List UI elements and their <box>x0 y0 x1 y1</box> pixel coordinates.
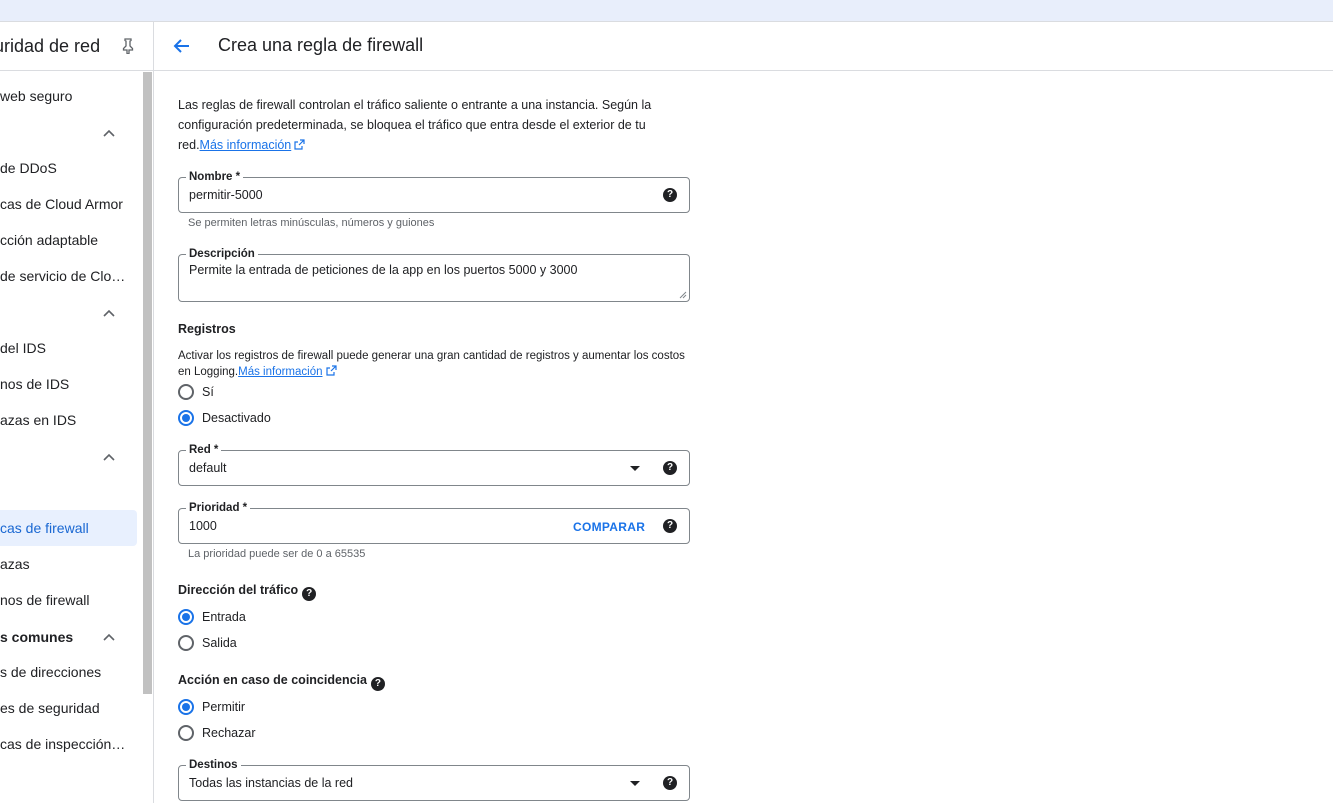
help-icon[interactable]: ? <box>302 587 317 601</box>
network-label: Red * <box>186 443 222 457</box>
sidebar-item-firewall-policies[interactable]: cas de firewall <box>0 510 137 546</box>
sidebar-item-ids-endpoints[interactable]: nos de IDS <box>0 366 137 402</box>
sidebar-item-ids[interactable]: del IDS <box>0 330 137 366</box>
sidebar-item-ddos-protection[interactable]: de DDoS <box>0 150 137 186</box>
description-field[interactable]: Descripción Permite la entrada de petici… <box>178 247 690 302</box>
help-icon[interactable]: ? <box>663 776 677 790</box>
radio-circle <box>178 635 194 651</box>
targets-label: Destinos <box>186 758 241 772</box>
logs-learn-more-link[interactable]: Más información <box>238 366 322 378</box>
name-hint: Se permiten letras minúsculas, números y… <box>188 217 435 229</box>
priority-input[interactable]: 1000 <box>189 519 217 533</box>
page-header: Crea una regla de firewall <box>154 22 1333 71</box>
sidebar-item-threats[interactable]: azas <box>0 546 137 582</box>
sidebar-item-adaptive-protection[interactable]: cción adaptable <box>0 222 137 258</box>
radio-circle <box>178 725 194 741</box>
sidebar-scrollbar[interactable] <box>143 72 152 694</box>
help-icon[interactable]: ? <box>663 461 677 475</box>
priority-field[interactable]: Prioridad * 1000 COMPARAR ? <box>178 501 690 544</box>
network-value: default <box>189 461 227 475</box>
priority-label: Prioridad * <box>186 501 251 515</box>
compare-button[interactable]: COMPARAR <box>573 520 645 534</box>
description-label: Descripción <box>186 247 258 261</box>
sidebar-header: uridad de red <box>0 22 153 71</box>
dropdown-arrow-icon[interactable] <box>630 781 640 786</box>
chevron-up-icon[interactable] <box>103 633 115 641</box>
sidebar-section-common[interactable]: s comunes <box>0 619 137 655</box>
help-icon[interactable]: ? <box>663 519 677 533</box>
help-icon[interactable]: ? <box>370 677 385 691</box>
action-title: Acción en caso de coincidencia? <box>178 673 385 691</box>
name-label: Nombre * <box>186 170 244 184</box>
targets-value: Todas las instancias de la red <box>189 776 353 790</box>
description-textarea[interactable]: Permite la entrada de peticiones de la a… <box>189 263 577 277</box>
name-input[interactable]: permitir-5000 <box>189 188 263 202</box>
sidebar-item-tls-inspection-policies[interactable]: cas de inspección… <box>0 726 137 762</box>
sidebar-nav: uridad de red web seguro de DDoS cas de … <box>0 22 154 803</box>
chevron-up-icon[interactable] <box>103 129 115 137</box>
page-title: Crea una regla de firewall <box>218 35 424 55</box>
sidebar-item-cloud-armor-service-policies[interactable]: de servicio de Clo… <box>0 258 137 294</box>
radio-circle <box>178 384 194 400</box>
sidebar-item-firewall-endpoints[interactable]: nos de firewall <box>0 582 137 618</box>
external-link-icon <box>294 139 305 150</box>
external-link-icon <box>325 365 337 376</box>
radio-circle <box>178 410 194 426</box>
resize-handle-icon[interactable] <box>679 291 687 299</box>
dropdown-arrow-icon[interactable] <box>630 466 640 471</box>
direction-title: Dirección del tráfico? <box>178 583 317 601</box>
chevron-up-icon[interactable] <box>103 309 115 317</box>
sidebar-item-ids-threats[interactable]: azas en IDS <box>0 402 137 438</box>
network-select[interactable]: Red * default ? <box>178 443 690 486</box>
priority-hint: La prioridad puede ser de 0 a 65535 <box>188 548 366 560</box>
intro-text: Las reglas de firewall controlan el tráf… <box>178 98 652 152</box>
sidebar-item-address-groups[interactable]: s de direcciones <box>0 654 137 690</box>
pin-icon[interactable] <box>121 38 135 54</box>
help-icon[interactable]: ? <box>663 188 677 202</box>
learn-more-link[interactable]: Más información <box>200 138 292 152</box>
back-arrow-icon[interactable] <box>172 36 192 56</box>
sidebar-item-secure-web-proxy[interactable]: web seguro <box>0 78 137 114</box>
sidebar-item-security-tags[interactable]: es de seguridad <box>0 690 137 726</box>
logs-title: Registros <box>178 322 236 336</box>
radio-circle <box>178 609 194 625</box>
chevron-up-icon[interactable] <box>103 453 115 461</box>
radio-circle <box>178 699 194 715</box>
sidebar-title: uridad de red <box>0 36 101 56</box>
name-field[interactable]: Nombre * permitir-5000 ? <box>178 170 690 213</box>
browser-top-strip <box>0 0 1333 22</box>
targets-select[interactable]: Destinos Todas las instancias de la red … <box>178 758 690 801</box>
logs-description: Activar los registros de firewall puede … <box>178 350 685 378</box>
sidebar-item-cloud-armor-policies[interactable]: cas de Cloud Armor <box>0 186 137 222</box>
